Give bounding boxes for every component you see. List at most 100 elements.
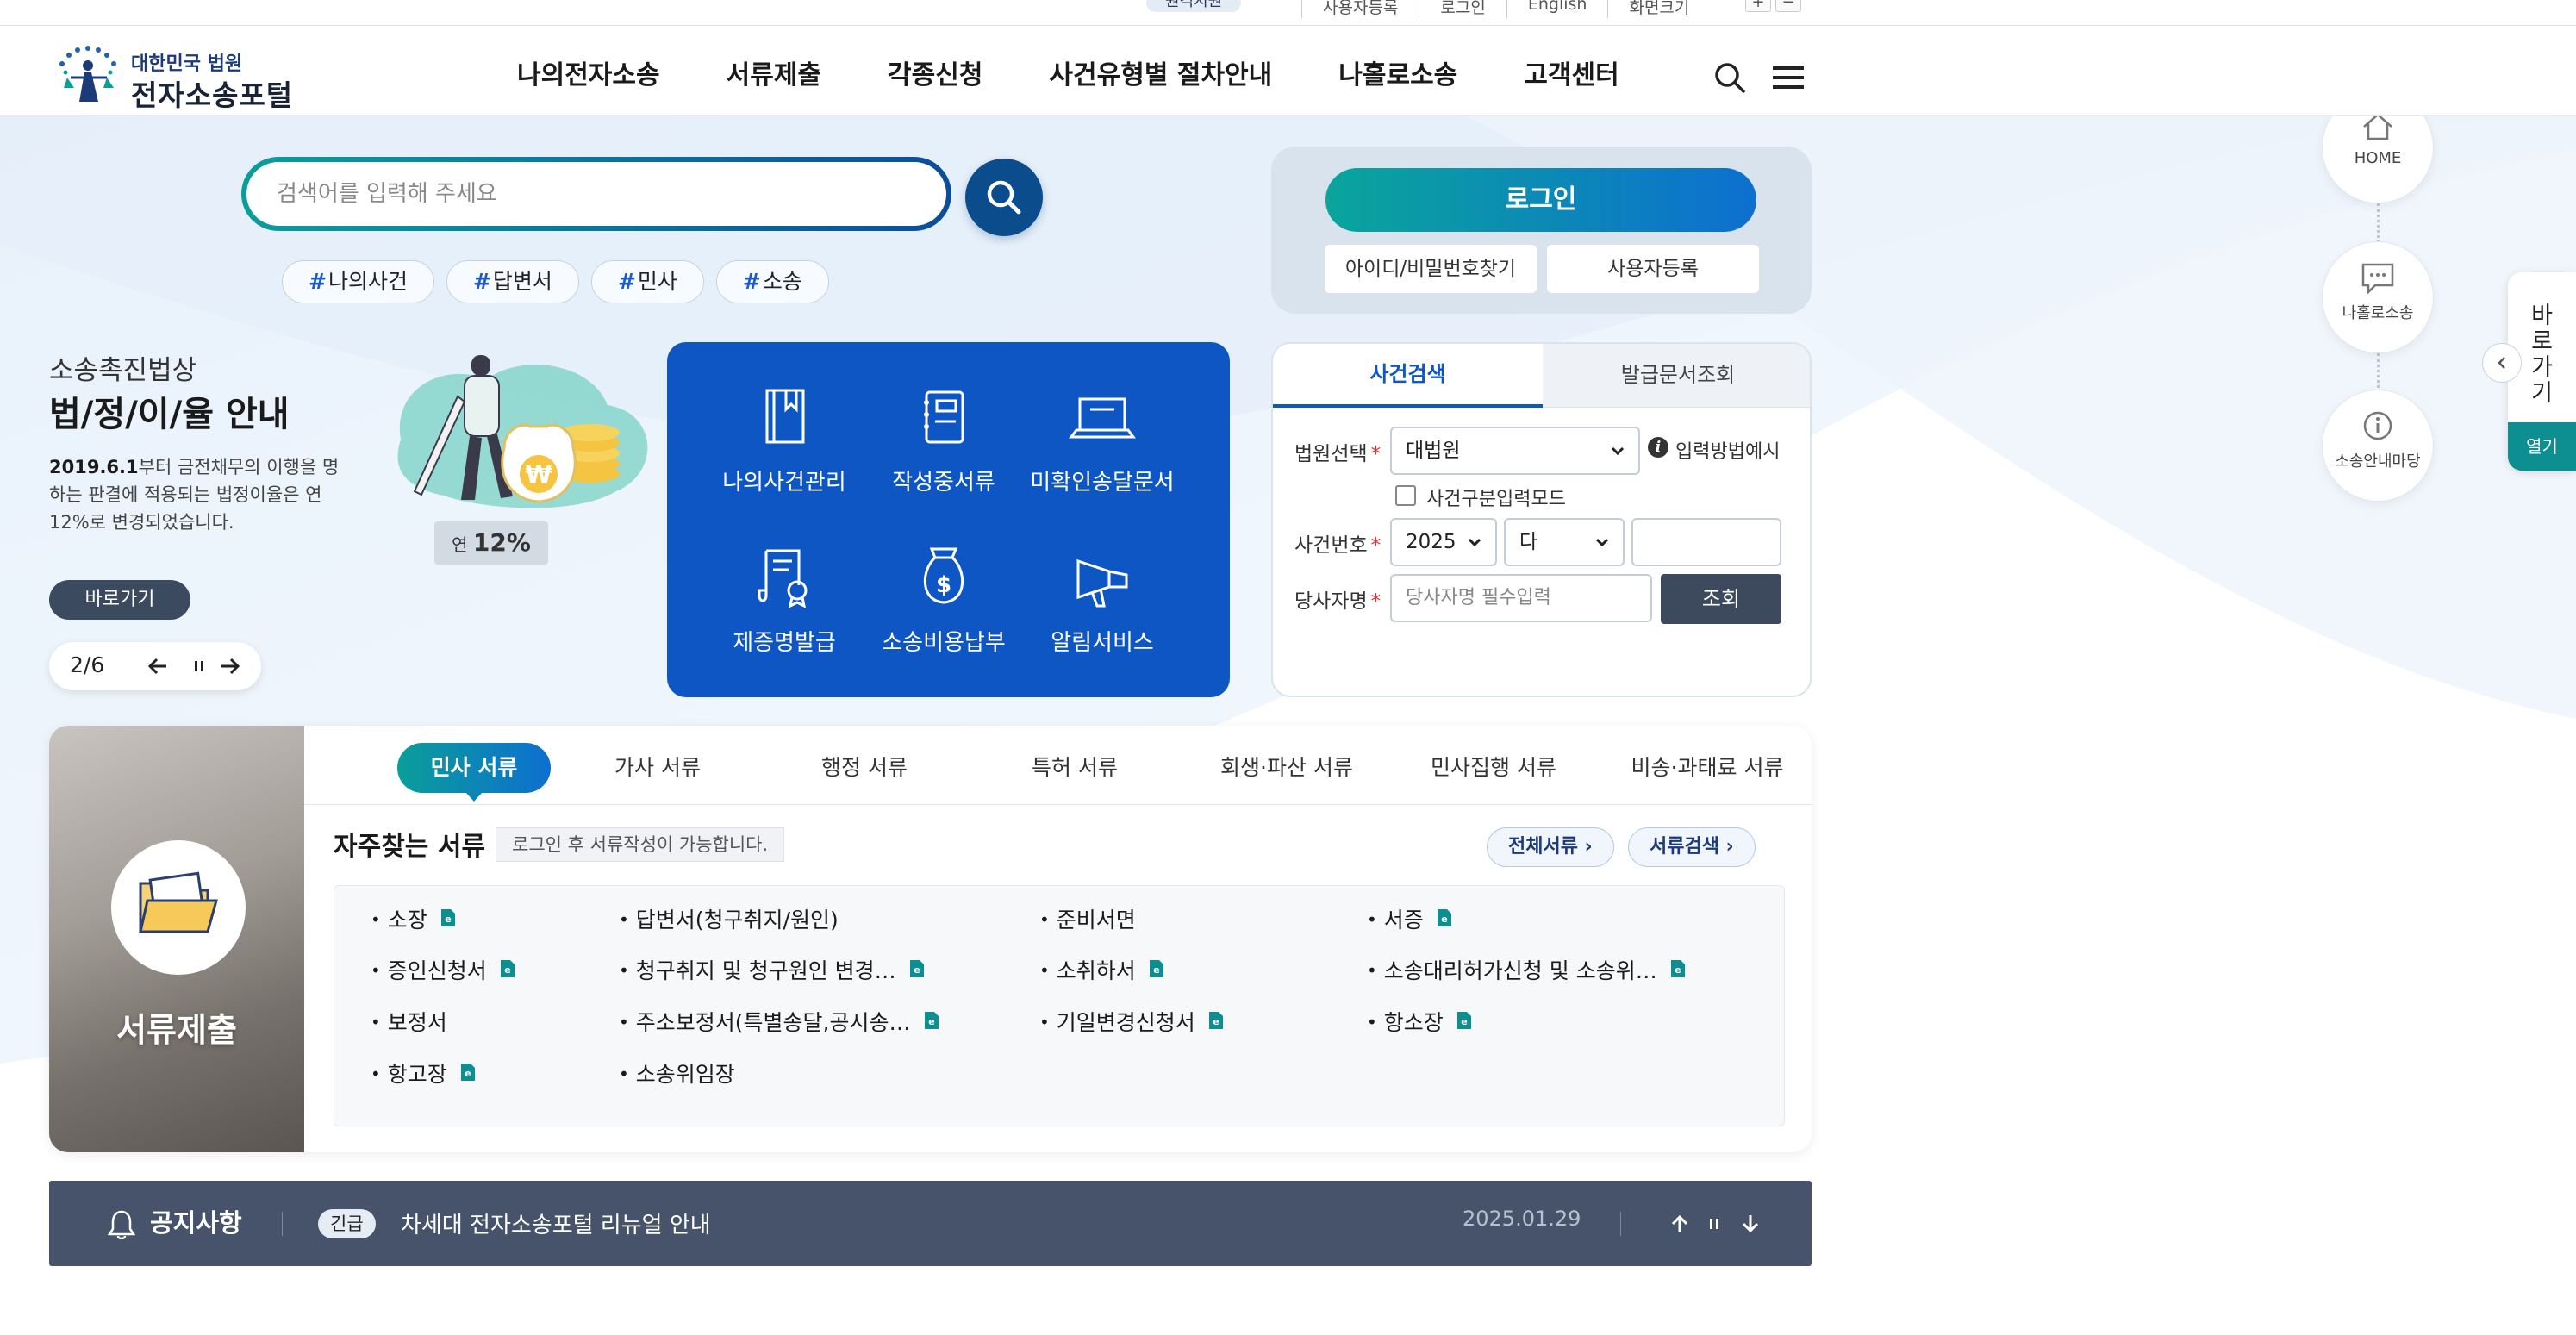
case-year-value: 2025 — [1406, 531, 1456, 553]
remote-support-badge[interactable]: 원격지원 — [1146, 0, 1242, 12]
nav-my-e-litigation[interactable]: 나의전자소송 — [517, 53, 660, 91]
divider-dots — [2377, 353, 2380, 393]
tab-civil-docs[interactable]: 민사 서류 — [397, 743, 551, 802]
site-logo[interactable]: 대한민국 법원 전자소송포털 — [53, 38, 312, 112]
svg-text:e: e — [1675, 964, 1681, 976]
case-search-button[interactable]: 조회 — [1661, 574, 1781, 624]
e-document-icon[interactable]: e — [1436, 908, 1453, 928]
side-tab-open-button[interactable]: 열기 — [2508, 422, 2576, 471]
hashtag-my-case[interactable]: #나의사건 — [282, 260, 434, 303]
quick-my-case-management[interactable]: 나의사건관리 — [698, 387, 870, 496]
document-item[interactable]: 기일변경신청서 e — [1039, 1006, 1225, 1037]
nav-customer-center[interactable]: 고객센터 — [1524, 53, 1619, 91]
arrow-left-icon[interactable] — [146, 654, 170, 678]
e-document-icon[interactable]: e — [1456, 1010, 1473, 1031]
arrow-right-icon[interactable] — [218, 654, 242, 678]
document-item[interactable]: 증인신청서 e — [371, 954, 516, 985]
nav-document-submission[interactable]: 서류제출 — [727, 53, 821, 91]
label-text: 당사자명 — [1294, 590, 1368, 613]
notice-message[interactable]: 차세대 전자소송포털 리뉴얼 안내 — [401, 1207, 711, 1239]
document-item[interactable]: 준비서면 — [1039, 903, 1136, 934]
document-item[interactable]: 보정서 — [371, 1006, 447, 1037]
document-item[interactable]: 항고장 e — [371, 1057, 477, 1089]
hashtag-answer[interactable]: #답변서 — [446, 260, 579, 303]
quick-unconfirmed-docs[interactable]: 미확인송달문서 — [1016, 387, 1188, 496]
tab-case-search[interactable]: 사건검색 — [1273, 344, 1543, 408]
quick-label: 제증명발급 — [733, 630, 836, 656]
document-item[interactable]: 서증 e — [1367, 903, 1453, 934]
case-type-mode-checkbox[interactable] — [1395, 485, 1416, 506]
e-document-icon[interactable]: e — [908, 958, 926, 979]
nav-procedure-guide[interactable]: 사건유형별 절차안내 — [1049, 53, 1272, 91]
document-item[interactable]: 답변서(청구취지/원인) — [619, 903, 839, 934]
document-item[interactable]: 항소장 e — [1367, 1006, 1473, 1037]
e-document-icon[interactable]: e — [1148, 958, 1165, 979]
promo-go-button[interactable]: 바로가기 — [49, 580, 190, 620]
hashtag-civil[interactable]: #민사 — [590, 260, 704, 303]
tab-rehabilitation-bankruptcy-docs[interactable]: 회생·파산 서류 — [1192, 743, 1382, 793]
util-link-login[interactable]: 로그인 — [1419, 0, 1506, 18]
case-year-select[interactable]: 2025 — [1390, 518, 1497, 566]
document-submission-banner[interactable]: 서류제출 — [49, 726, 304, 1152]
tab-patent-docs[interactable]: 특허 서류 — [997, 743, 1152, 793]
tab-issued-document-lookup[interactable]: 발급문서조회 — [1543, 344, 1810, 408]
search-icon[interactable] — [1712, 60, 1747, 95]
case-type-select[interactable]: 다 — [1504, 518, 1625, 566]
login-button[interactable]: 로그인 — [1325, 168, 1756, 232]
e-document-icon[interactable]: e — [499, 958, 516, 979]
quick-certificate-issuance[interactable]: 제증명발급 — [698, 546, 870, 657]
all-documents-button[interactable]: 전체서류 › — [1487, 827, 1614, 867]
find-id-password-button[interactable]: 아이디/비밀번호찾기 — [1325, 245, 1537, 293]
e-document-icon[interactable]: e — [1207, 1010, 1225, 1031]
e-document-icon[interactable]: e — [459, 1062, 477, 1082]
util-link-english[interactable]: English — [1506, 0, 1608, 18]
side-tab-toggle[interactable] — [2482, 343, 2522, 383]
document-item[interactable]: 소송위임장 — [619, 1057, 735, 1089]
document-category-tabs: 민사 서류 가사 서류 행정 서류 특허 서류 회생·파산 서류 민사집행 서류… — [304, 726, 1812, 805]
search-hashtags: #나의사건 #답변서 #민사 #소송 — [282, 260, 829, 303]
tab-family-docs[interactable]: 가사 서류 — [580, 743, 735, 793]
search-button[interactable] — [965, 159, 1043, 236]
document-item[interactable]: 주소보정서(특별송달,공시송… e — [619, 1006, 940, 1037]
register-button[interactable]: 사용자등록 — [1547, 245, 1759, 293]
notice-title[interactable]: 공지사항 — [150, 1203, 242, 1239]
tab-civil-execution-docs[interactable]: 민사집행 서류 — [1407, 743, 1580, 793]
document-item-label: 준비서면 — [1056, 908, 1136, 933]
tab-non-litigation-fine-docs[interactable]: 비송·과태료 서류 — [1604, 743, 1811, 793]
quick-notification-service[interactable]: 알림서비스 — [1016, 546, 1188, 657]
float-litigation-guide-button[interactable]: 소송안내마당 — [2322, 390, 2434, 502]
utility-links: 사용자등록 로그인 English 화면크기 — [1301, 0, 1710, 18]
e-document-icon[interactable]: e — [440, 908, 457, 928]
chat-bubble-icon — [2361, 263, 2394, 294]
document-item[interactable]: 소송대리허가신청 및 소송위… e — [1367, 954, 1687, 985]
arrow-down-icon[interactable] — [1740, 1213, 1761, 1234]
hamburger-menu-icon[interactable] — [1771, 64, 1806, 91]
arrow-up-icon[interactable] — [1669, 1213, 1690, 1234]
e-document-icon[interactable]: e — [923, 1010, 940, 1031]
zoom-in-button[interactable]: + — [1745, 0, 1771, 12]
input-example-link[interactable]: 입력방법예시 — [1675, 436, 1780, 464]
util-link-register[interactable]: 사용자등록 — [1301, 0, 1419, 18]
nav-applications[interactable]: 각종신청 — [888, 53, 982, 91]
float-self-litigation-button[interactable]: 나홀로소송 — [2322, 241, 2434, 353]
party-name-input[interactable]: 당사자명 필수입력 — [1390, 574, 1652, 622]
search-input[interactable] — [246, 162, 946, 226]
e-document-icon[interactable]: e — [1669, 958, 1687, 979]
court-select[interactable]: 대법원 — [1390, 427, 1640, 475]
pause-icon[interactable] — [1704, 1213, 1725, 1234]
case-serial-input[interactable] — [1631, 518, 1781, 566]
document-item-label: 소송위임장 — [635, 1062, 735, 1087]
promo-banner: 소송촉진법상 법/정/이/율 안내 2019.6.1부터 금전채무의 이행을 명… — [49, 345, 648, 707]
document-item[interactable]: 소취하서 e — [1039, 954, 1165, 985]
document-item[interactable]: 청구취지 및 청구원인 변경… e — [619, 954, 926, 985]
quick-litigation-fee-payment[interactable]: $ 소송비용납부 — [858, 546, 1030, 657]
zoom-out-button[interactable]: − — [1775, 0, 1801, 12]
document-search-button[interactable]: 서류검색 › — [1628, 827, 1756, 867]
hashtag-lawsuit[interactable]: #소송 — [715, 260, 829, 303]
quick-drafts[interactable]: 작성중서류 — [858, 387, 1030, 496]
info-icon[interactable]: i — [1648, 437, 1668, 458]
tab-administrative-docs[interactable]: 행정 서류 — [787, 743, 942, 793]
pause-icon[interactable] — [187, 654, 211, 678]
nav-self-litigation[interactable]: 나홀로소송 — [1338, 53, 1457, 91]
document-item[interactable]: 소장 e — [371, 903, 457, 934]
